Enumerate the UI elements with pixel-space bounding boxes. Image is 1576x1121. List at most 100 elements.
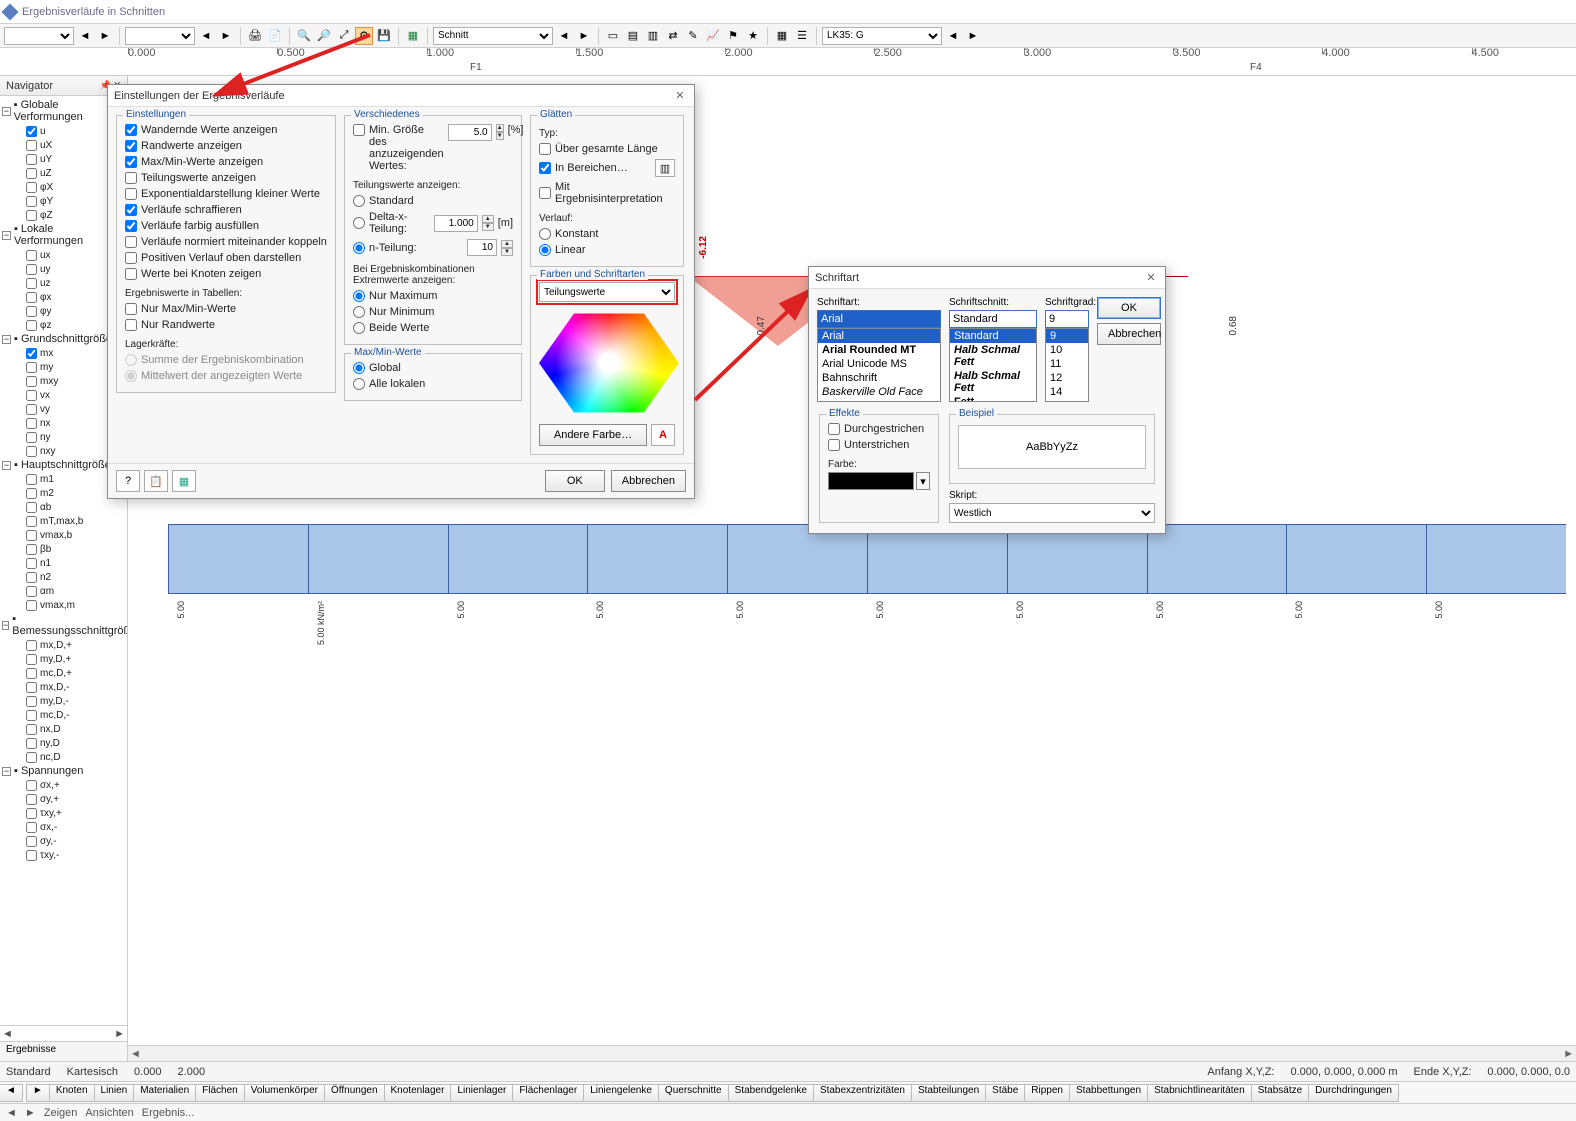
combo-b[interactable] (125, 27, 195, 45)
nav-item[interactable]: σy,+ (2, 792, 125, 806)
table-tab[interactable]: Volumenkörper (244, 1084, 325, 1102)
inp-deltax[interactable] (434, 215, 478, 232)
nav-group[interactable]: −▪ Spannungen (2, 764, 125, 778)
chk-wandernde[interactable] (125, 124, 137, 136)
color-wheel[interactable] (539, 308, 679, 418)
rad-deltax[interactable] (353, 217, 365, 229)
font-listbox[interactable]: ArialArial Rounded MTArial Unicode MSBah… (817, 328, 941, 402)
nav-item[interactable]: nx,D (2, 722, 125, 736)
back4-icon[interactable]: ◄ (944, 27, 962, 45)
table-tab[interactable]: Stabbettungen (1069, 1084, 1148, 1102)
t3-icon[interactable]: ▥ (644, 27, 662, 45)
table-tab[interactable]: Knoten (49, 1084, 95, 1102)
table-tab[interactable]: Stabnichtlinearitäten (1147, 1084, 1252, 1102)
chk-farbig[interactable] (125, 220, 137, 232)
settings-ok-button[interactable]: OK (545, 470, 605, 492)
table-tab[interactable]: Flächen (195, 1084, 245, 1102)
settings-cancel-button[interactable]: Abbrechen (611, 470, 686, 492)
zoom-fit-icon[interactable]: ⤢ (335, 27, 353, 45)
font-style-input[interactable] (949, 310, 1037, 328)
rad-nur-max[interactable] (353, 290, 365, 302)
loadcase-combo[interactable]: LK35: G (822, 27, 942, 45)
table-tab[interactable]: Flächenlager (512, 1084, 584, 1102)
rad-konstant[interactable] (539, 228, 551, 240)
inp-nteilung[interactable] (467, 239, 497, 256)
rad-linear[interactable] (539, 244, 551, 256)
font-ok-button[interactable]: OK (1097, 297, 1161, 319)
chk-interp[interactable] (539, 187, 551, 199)
nav-item[interactable]: σx,- (2, 820, 125, 834)
t1-icon[interactable]: ▭ (604, 27, 622, 45)
table-tab[interactable]: Linienlager (450, 1084, 513, 1102)
result-type-combo[interactable]: Schnitt (433, 27, 553, 45)
nav-item[interactable]: mx,D,+ (2, 638, 125, 652)
nav-item[interactable]: my,D,- (2, 694, 125, 708)
font-color-drop-icon[interactable]: ▾ (916, 472, 930, 490)
chk-maxmin[interactable] (125, 156, 137, 168)
help-icon[interactable]: ? (116, 470, 140, 492)
excel-icon[interactable]: ▦ (404, 27, 422, 45)
chk-teilungs[interactable] (125, 172, 137, 184)
chk-ueber[interactable] (539, 143, 551, 155)
table-tab[interactable]: Liniengelenke (583, 1084, 659, 1102)
chk-min-groesse[interactable] (353, 124, 365, 136)
nav-item[interactable]: τxy,- (2, 848, 125, 862)
size-listbox[interactable]: 9101112141618 (1045, 328, 1089, 402)
farben-combo[interactable]: Teilungswerte (539, 282, 675, 302)
save-icon[interactable]: 💾 (375, 27, 393, 45)
nav-item[interactable]: αb (2, 500, 125, 514)
style-listbox[interactable]: StandardHalb Schmal FettHalb Schmal Fett… (949, 328, 1037, 402)
navigator-hscroll[interactable]: ◄► (0, 1025, 127, 1041)
table-tab[interactable]: Linien (94, 1084, 135, 1102)
t4-icon[interactable]: ⇄ (664, 27, 682, 45)
grid-icon[interactable]: ▦ (773, 27, 791, 45)
fwd4-icon[interactable]: ► (964, 27, 982, 45)
list-icon[interactable]: ☰ (793, 27, 811, 45)
font-close-icon[interactable]: ✕ (1143, 270, 1159, 286)
chk-exp[interactable] (125, 188, 137, 200)
chk-schraff[interactable] (125, 204, 137, 216)
chk-nur-maxmin[interactable] (125, 303, 137, 315)
fwd2-icon[interactable]: ► (217, 27, 235, 45)
rad-standard[interactable] (353, 195, 365, 207)
t8-icon[interactable]: ★ (744, 27, 762, 45)
font-name-input[interactable] (817, 310, 941, 328)
nav-item[interactable]: mT,max,b (2, 514, 125, 528)
nav-item[interactable]: vmax,m (2, 598, 125, 612)
table-tab[interactable]: Stabexzentrizitäten (813, 1084, 912, 1102)
rad-nteilung[interactable] (353, 242, 365, 254)
chk-inbereichen[interactable] (539, 162, 551, 174)
table-tab[interactable]: Stabteilungen (911, 1084, 986, 1102)
reset-icon[interactable]: ▦ (172, 470, 196, 492)
nav-item[interactable]: vmax,b (2, 528, 125, 542)
zoom-in-icon[interactable]: 🔍 (295, 27, 313, 45)
nav-item[interactable]: nc,D (2, 750, 125, 764)
table-tab[interactable]: Durchdringungen (1308, 1084, 1399, 1102)
nav-item[interactable]: n1 (2, 556, 125, 570)
combo-a[interactable] (4, 27, 74, 45)
nav-item[interactable]: mx,D,- (2, 680, 125, 694)
table-tab[interactable]: Stabsätze (1251, 1084, 1309, 1102)
rad-nur-min[interactable] (353, 306, 365, 318)
nav-item[interactable]: ny,D (2, 736, 125, 750)
chk-nur-rand[interactable] (125, 319, 137, 331)
chk-underline[interactable] (828, 439, 840, 451)
nav-group[interactable]: −▪ Bemessungsschnittgrößen (2, 612, 125, 638)
table-tab[interactable]: Stabendgelenke (728, 1084, 814, 1102)
bottom-mini-tabs[interactable]: ◄► Zeigen Ansichten Ergebnis... (0, 1103, 1576, 1121)
nav-item[interactable]: my,D,+ (2, 652, 125, 666)
font-color-swatch[interactable] (828, 472, 914, 490)
inp-min-val[interactable] (448, 124, 492, 141)
table-tab[interactable]: Stäbe (985, 1084, 1025, 1102)
chk-normiert[interactable] (125, 236, 137, 248)
nav-item[interactable]: τxy,+ (2, 806, 125, 820)
bereichen-edit-icon[interactable]: ▥ (655, 159, 675, 177)
nav-item[interactable]: n2 (2, 570, 125, 584)
t7-icon[interactable]: ⚑ (724, 27, 742, 45)
canvas-hscroll[interactable]: ◄► (128, 1045, 1576, 1061)
navigator-tab[interactable]: Ergebnisse (0, 1041, 127, 1061)
table-tab[interactable]: Rippen (1024, 1084, 1070, 1102)
print-icon[interactable]: 🖨 (246, 27, 264, 45)
zoom-out-icon[interactable]: 🔎 (315, 27, 333, 45)
fwd3-icon[interactable]: ► (575, 27, 593, 45)
